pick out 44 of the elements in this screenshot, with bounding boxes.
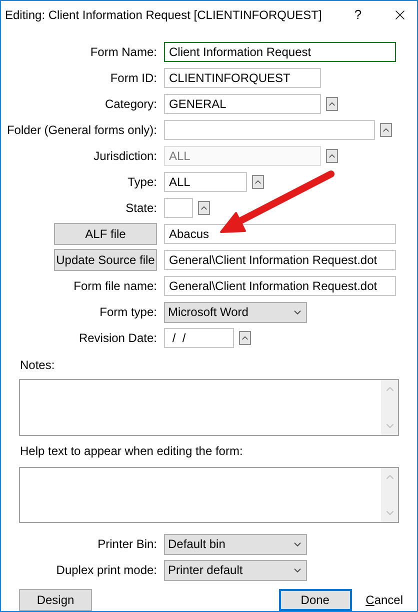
input-field[interactable]: GENERAL: [164, 94, 321, 114]
file-button[interactable]: Update Source file: [54, 249, 157, 271]
field-label: Jurisdiction:: [94, 148, 157, 165]
help-text-label: Help text to appear when editing the form:: [20, 442, 244, 460]
notes-label: Notes:: [20, 357, 56, 374]
input-field[interactable]: General\Client Information Request.dot: [164, 276, 396, 296]
lookup-button[interactable]: [380, 123, 392, 137]
input-field[interactable]: [164, 198, 193, 218]
lookup-button[interactable]: [326, 97, 338, 111]
field-label: Form Name:: [90, 44, 157, 61]
help-button[interactable]: ?: [343, 4, 373, 24]
field-label: Type:: [128, 174, 157, 191]
field-label: State:: [126, 200, 157, 217]
field-label: Revision Date:: [78, 330, 157, 347]
window-title: Editing: Client Information Request [CLIENTINFORQUEST]: [5, 6, 323, 24]
lookup-button[interactable]: [239, 331, 251, 345]
dropdown[interactable]: Microsoft Word: [164, 302, 307, 322]
field-label: Form type:: [100, 304, 157, 321]
cancel-link[interactable]: Cancel: [362, 589, 407, 611]
field-label: Form ID:: [110, 70, 157, 87]
field-label: Duplex print mode:: [56, 562, 157, 579]
input-field[interactable]: Abacus: [164, 224, 396, 244]
file-button[interactable]: ALF file: [54, 223, 157, 245]
input-field[interactable]: CLIENTINFORQUEST: [164, 68, 321, 88]
input-field[interactable]: [164, 120, 375, 140]
field-label: Category:: [104, 96, 157, 113]
field-label: Printer Bin:: [98, 536, 157, 553]
help-text-field[interactable]: [19, 466, 399, 523]
field-label: Form file name:: [74, 278, 157, 295]
lookup-button[interactable]: [252, 175, 264, 189]
lookup-button[interactable]: [326, 149, 338, 163]
input-field[interactable]: Client Information Request: [164, 42, 396, 62]
dialog-button[interactable]: Done: [278, 589, 352, 611]
notes-field[interactable]: [19, 379, 399, 436]
lookup-button[interactable]: [198, 201, 210, 215]
scrollbar[interactable]: [381, 468, 398, 522]
input-field[interactable]: General\Client Information Request.dot: [164, 250, 396, 270]
dialog-button[interactable]: Design: [19, 589, 92, 611]
input-field[interactable]: ALL: [164, 172, 247, 192]
dropdown[interactable]: Default bin: [164, 534, 307, 554]
scrollbar[interactable]: [381, 380, 398, 434]
field-label: Folder (General forms only):: [6, 122, 157, 139]
input-field[interactable]: / /: [164, 328, 234, 348]
dropdown[interactable]: Printer default: [164, 560, 307, 580]
